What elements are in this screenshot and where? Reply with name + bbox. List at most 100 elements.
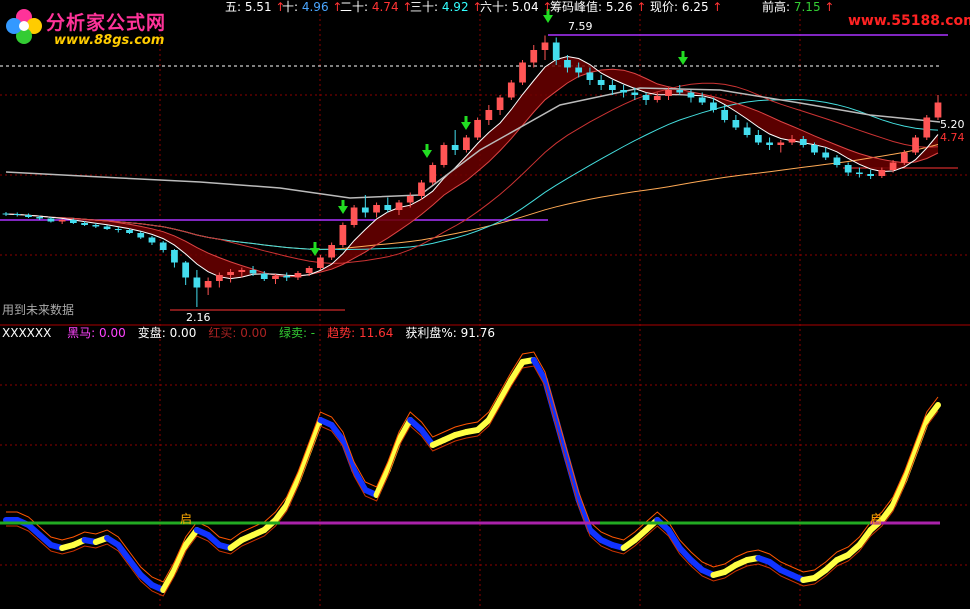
candle-body: [193, 277, 201, 288]
high-price-label: 7.59: [568, 20, 593, 33]
future-data-note: 用到未来数据: [2, 303, 75, 317]
candle-body: [260, 273, 268, 279]
candle-body: [58, 220, 66, 222]
candle-body: [451, 145, 459, 150]
buy-arrow-stem: [313, 242, 317, 248]
indicator-item-0: 五: 5.51 ↑: [225, 0, 285, 14]
candle-body: [687, 92, 695, 98]
candle-body: [844, 165, 852, 173]
candle-body: [777, 142, 785, 145]
candle-body: [867, 174, 874, 176]
candle-body: [856, 172, 863, 174]
up-arrow-icon: ↑: [820, 0, 835, 14]
candle-body: [710, 102, 717, 110]
candle-body: [653, 96, 661, 100]
buy-arrow-icon: [461, 122, 471, 130]
candle-body: [586, 72, 594, 80]
stock-chart-canvas[interactable]: [0, 0, 970, 609]
candle-body: [70, 220, 77, 223]
candle-body: [698, 97, 706, 103]
oscillator-segment: [384, 437, 403, 473]
candle-body: [822, 152, 830, 158]
indicator-value: 4.74: [368, 0, 399, 14]
candle-body: [384, 205, 392, 210]
candle-body: [373, 205, 380, 213]
oscillator-segment: [306, 417, 324, 453]
indicator-label: 十:: [282, 0, 299, 14]
candle-body: [519, 62, 526, 83]
buy-arrow-stem: [425, 144, 429, 150]
candle-body: [440, 145, 448, 165]
sub-indicator-2: 红买: 0.00: [208, 326, 267, 340]
sub-signal-marker-right: 启: [870, 512, 883, 526]
candle-body: [328, 245, 336, 258]
indicator-item-7: 前高: 7.15 ↑: [762, 0, 834, 14]
sub-indicator-bar: XXXXXX 黑马: 0.00 变盘: 0.00 红买: 0.00 绿卖: - 趋势: …: [2, 326, 495, 341]
oscillator-segment: [396, 417, 414, 443]
candle-body: [912, 137, 919, 153]
oscillator-segment: [294, 447, 313, 483]
candle-body: [631, 92, 639, 95]
oscillator-upper-line: [6, 351, 939, 583]
candle-body: [418, 182, 425, 196]
indicator-item-2: 二十: 4.74 ↑: [340, 0, 412, 14]
candle-body: [474, 120, 481, 138]
candle-body: [126, 230, 133, 233]
candle-body: [642, 95, 650, 100]
indicator-label: 二十:: [340, 0, 369, 14]
candle-body: [13, 214, 21, 215]
candle-body: [204, 281, 212, 288]
candle-body: [317, 257, 324, 268]
indicator-label: 三十:: [410, 0, 439, 14]
price-label-lower: 4.74: [940, 131, 965, 144]
oscillator-segment: [575, 497, 593, 533]
candle-body: [923, 117, 931, 138]
oscillator-lower-line: [6, 365, 939, 597]
candle-body: [395, 202, 403, 210]
sub-indicator-3: 绿卖: -: [278, 326, 316, 340]
candle-body: [463, 137, 470, 150]
sub-indicator-1: 变盘: 0.00: [137, 326, 197, 340]
candle-body: [294, 273, 302, 278]
low-price-label: 2.16: [186, 311, 211, 324]
candle-body: [889, 162, 897, 170]
candle-body: [148, 237, 156, 243]
price-label-upper: 5.20: [940, 118, 965, 131]
candle-body: [350, 207, 358, 225]
indicator-label: 前高:: [762, 0, 791, 14]
candle-body: [900, 152, 908, 163]
watermark-text: www.55188.com: [848, 13, 970, 29]
candle-body: [564, 60, 571, 68]
candle-body: [92, 225, 100, 227]
buy-arrow-icon: [678, 57, 688, 65]
oscillator-segment: [564, 457, 582, 503]
candle-body: [2, 213, 10, 215]
candle-body: [429, 165, 437, 183]
site-logo: 分析家公式网 www.88gs.com: [4, 2, 214, 50]
candle-body: [81, 223, 88, 225]
candle-body: [743, 127, 751, 135]
candle-body: [249, 270, 257, 274]
candle-body: [665, 90, 672, 96]
indicator-label: 六十:: [480, 0, 509, 14]
candle-body: [215, 275, 223, 281]
candle-body: [238, 270, 246, 272]
sub-prefix: XXXXXX: [2, 326, 52, 340]
indicator-value: 5.26: [602, 0, 633, 14]
candle-body: [721, 110, 729, 120]
candle-body: [878, 170, 886, 176]
buy-arrow-icon: [422, 150, 432, 158]
candle-body: [597, 80, 605, 85]
up-arrow-icon: ↑: [632, 0, 647, 14]
buy-arrow-icon: [338, 206, 348, 214]
sub-indicator-4: 趋势: 11.64: [327, 326, 394, 340]
indicator-label: 五:: [225, 0, 242, 14]
flower-logo-icon: [6, 9, 42, 44]
candle-body: [799, 139, 807, 145]
candle-body: [339, 225, 347, 245]
oscillator-segment: [553, 417, 571, 463]
indicator-value: 5.51: [241, 0, 272, 14]
candle-body: [47, 218, 55, 222]
candle-body: [608, 85, 616, 90]
candle-body: [732, 120, 740, 128]
